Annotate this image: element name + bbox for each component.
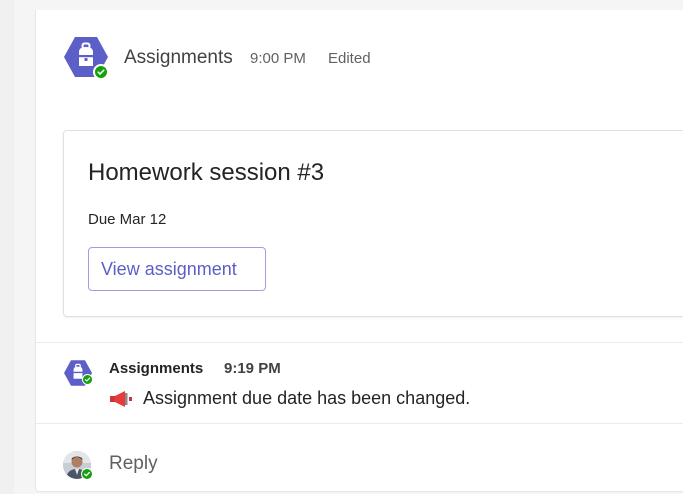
view-assignment-label: View assignment (101, 259, 237, 279)
message-thread: Assignments 9:00 PM Edited Homework sess… (35, 10, 683, 492)
left-rail (0, 0, 14, 494)
divider (36, 342, 683, 343)
megaphone-icon (110, 391, 132, 407)
presence-available-icon (93, 64, 109, 80)
update-message-text: Assignment due date has been changed. (143, 388, 471, 408)
reply-button[interactable]: Reply (109, 453, 158, 475)
message-timestamp: 9:00 PM (250, 50, 306, 67)
presence-available-icon (82, 374, 93, 385)
card-due-date: Due Mar 12 (88, 211, 167, 228)
divider (36, 423, 683, 424)
presence-available-icon (81, 468, 93, 480)
sender-name[interactable]: Assignments (124, 47, 233, 69)
update-timestamp: 9:19 PM (224, 360, 281, 377)
message-header: Assignments 9:00 PM Edited (36, 10, 683, 110)
assignment-card: Homework session #3 Due Mar 12 View assi… (63, 130, 683, 317)
update-sender-name[interactable]: Assignments (109, 360, 203, 377)
edited-label: Edited (328, 50, 371, 67)
view-assignment-button[interactable]: View assignment (88, 247, 266, 291)
card-title: Homework session #3 (88, 159, 325, 186)
